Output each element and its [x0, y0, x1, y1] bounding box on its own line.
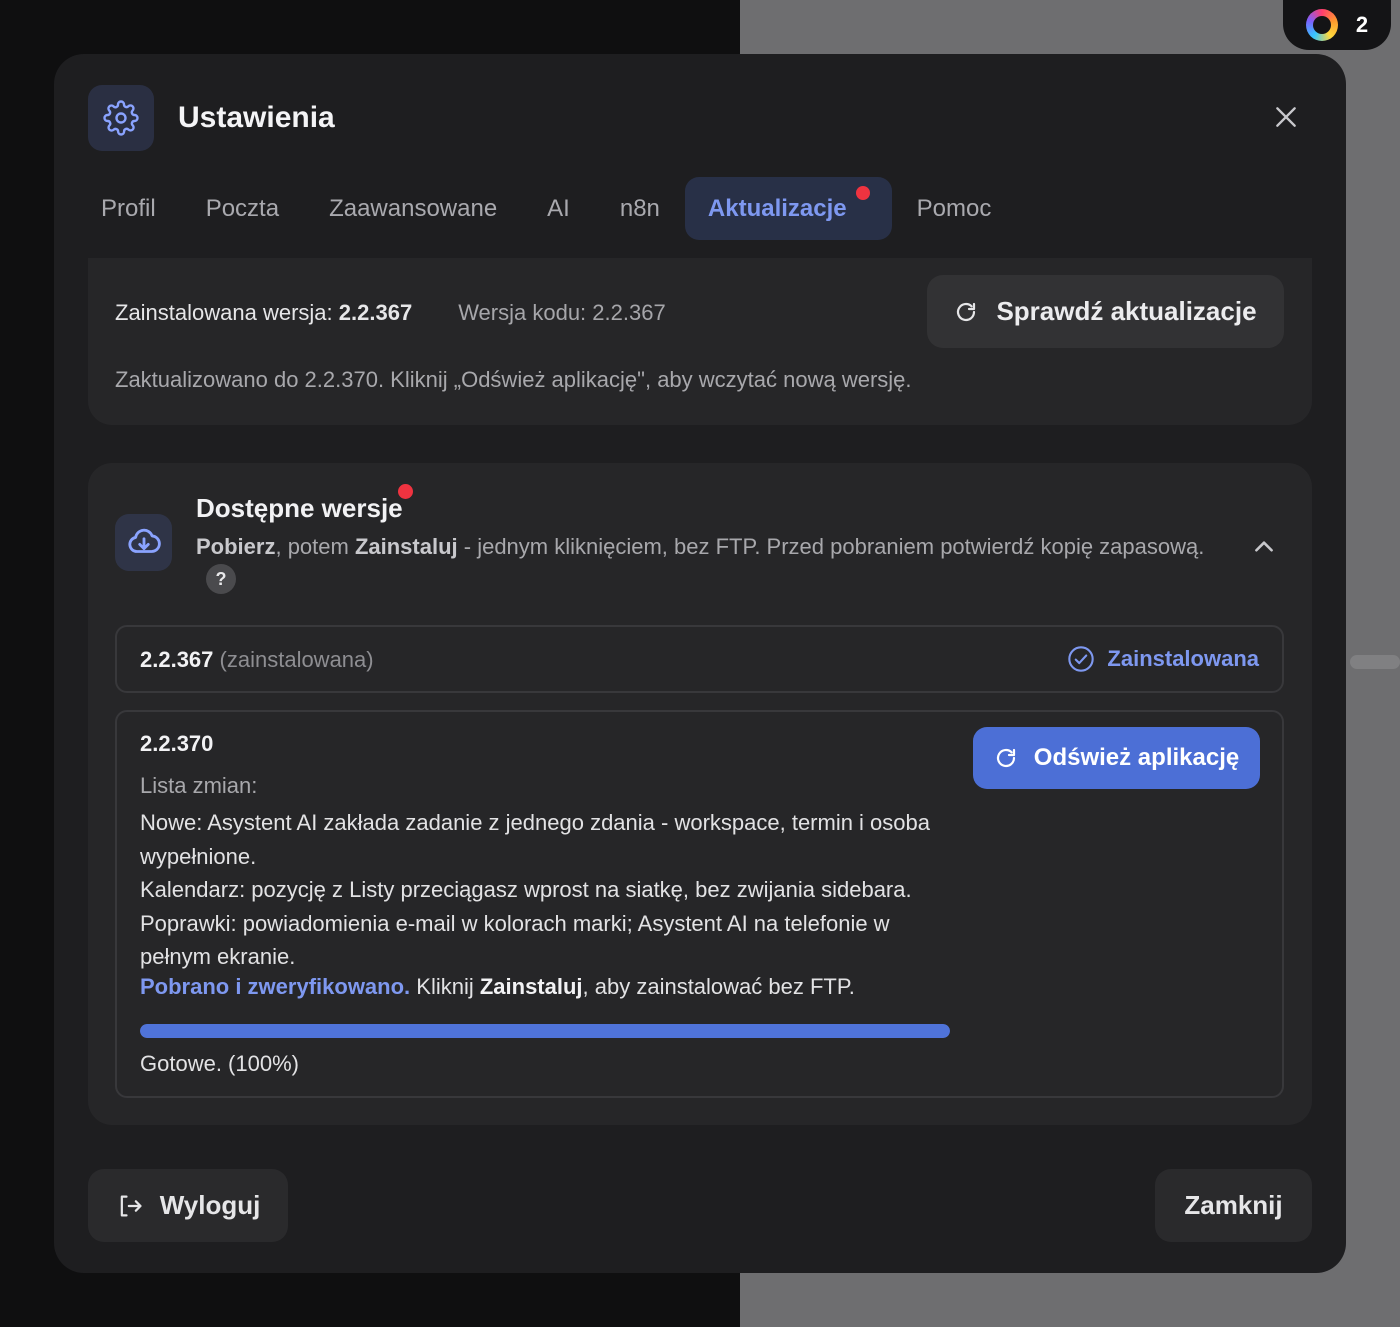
tab-alert-dot	[855, 186, 870, 200]
desc-zainstaluj: Zainstaluj	[354, 534, 458, 559]
download-progress-bar	[140, 1024, 950, 1038]
modal-header: Ustawienia	[88, 85, 335, 151]
installed-row-suffix: (zainstalowana)	[219, 647, 374, 672]
modal-title: Ustawienia	[178, 101, 335, 134]
settings-modal: Ustawienia Profil Poczta Zaawansowane AI…	[54, 54, 1346, 1273]
tab-zaawansowane[interactable]: Zaawansowane	[304, 177, 522, 240]
check-circle-icon	[1068, 646, 1095, 672]
logout-label: Wyloguj	[159, 1190, 261, 1220]
tab-aktualizacje-label: Aktualizacje	[707, 195, 847, 222]
close-icon[interactable]	[1269, 100, 1303, 134]
gear-icon	[88, 85, 154, 151]
verified-bold: Zainstaluj	[479, 974, 583, 999]
settings-tabs: Profil Poczta Zaawansowane AI n8n Aktual…	[76, 177, 1016, 240]
notification-count: 2	[1355, 12, 1369, 37]
desc-pobierz: Pobierz	[196, 534, 276, 559]
desc-rest: - jednym kliknięciem, bez FTP. Przed pob…	[457, 534, 1205, 559]
installed-status: Zainstalowana	[1067, 645, 1259, 673]
changelog-label: Lista zmian:	[140, 773, 258, 798]
background-blur-element	[1350, 655, 1400, 669]
download-status: Gotowe. (100%)	[140, 1051, 299, 1076]
changelog-item: Poprawki: powiadomienia e-mail w kolorac…	[140, 910, 890, 970]
code-version: Wersja kodu: 2.2.367	[458, 300, 666, 325]
progress-fill	[140, 1024, 950, 1038]
tab-pomoc[interactable]: Pomoc	[892, 177, 1017, 240]
verified-label: Pobrano i zweryfikowano.	[140, 974, 411, 999]
updated-note: Zaktualizowano do 2.2.370. Kliknij „Odśw…	[115, 367, 912, 392]
tab-profil[interactable]: Profil	[76, 177, 181, 240]
changelog-item: Kalendarz: pozycję z Listy przeciągasz w…	[140, 877, 912, 902]
version-info-card: Zainstalowana wersja: 2.2.367 Wersja kod…	[88, 258, 1312, 425]
verified-mid: Kliknij	[410, 974, 480, 999]
notification-badge[interactable]: 2	[1283, 0, 1391, 50]
tab-aktualizacje[interactable]: Aktualizacje	[684, 177, 892, 240]
logout-button[interactable]: Wyloguj	[88, 1169, 288, 1242]
installed-version-row: 2.2.367 (zainstalowana) Zainstalowana	[115, 625, 1284, 693]
verified-message: Pobrano i zweryfikowano. Kliknij Zainsta…	[140, 974, 855, 1000]
changelog-list: Nowe: Asystent AI zakłada zadanie z jedn…	[140, 806, 940, 974]
changelog-item: Nowe: Asystent AI zakłada zadanie z jedn…	[140, 810, 931, 869]
refresh-app-label: Odśwież aplikację	[1033, 744, 1240, 771]
available-versions-card: Dostępne wersje Pobierz, potem Zainstalu…	[88, 463, 1312, 1125]
version-line: Zainstalowana wersja: 2.2.367 Wersja kod…	[115, 300, 666, 326]
logout-icon	[120, 1195, 142, 1216]
check-updates-label: Sprawdź aktualizacje	[996, 296, 1257, 326]
refresh-app-button[interactable]: Odśwież aplikację	[973, 727, 1260, 789]
available-versions-title: Dostępne wersje	[196, 493, 403, 523]
installed-version-value: 2.2.367	[338, 300, 413, 325]
refresh-icon	[957, 302, 976, 321]
installed-status-label: Zainstalowana	[1107, 646, 1259, 671]
verified-rest: , aby zainstalować bez FTP.	[582, 974, 855, 999]
new-version-row: 2.2.370 Lista zmian: Nowe: Asystent AI z…	[115, 710, 1284, 1098]
new-version-number: 2.2.370	[140, 731, 214, 756]
tab-ai[interactable]: AI	[522, 177, 595, 240]
installed-version-label: Zainstalowana wersja:	[115, 300, 339, 325]
tab-poczta[interactable]: Poczta	[181, 177, 304, 240]
refresh-icon	[996, 748, 1015, 768]
app-logo-icon	[1305, 9, 1338, 41]
close-button[interactable]: Zamknij	[1155, 1169, 1312, 1242]
chevron-up-icon[interactable]	[1248, 531, 1280, 563]
available-versions-description: Pobierz, potem Zainstaluj - jednym klikn…	[196, 534, 1204, 560]
installed-row-version: 2.2.367 (zainstalowana)	[140, 647, 374, 673]
installed-version: Zainstalowana wersja: 2.2.367	[115, 300, 412, 326]
desc-mid: , potem	[275, 534, 355, 559]
cloud-download-icon	[115, 514, 172, 571]
installed-row-number: 2.2.367	[140, 647, 214, 672]
help-button[interactable]: ?	[206, 564, 236, 594]
tab-n8n[interactable]: n8n	[595, 177, 685, 240]
check-updates-button[interactable]: Sprawdź aktualizacje	[927, 275, 1284, 348]
available-alert-dot	[398, 484, 413, 499]
